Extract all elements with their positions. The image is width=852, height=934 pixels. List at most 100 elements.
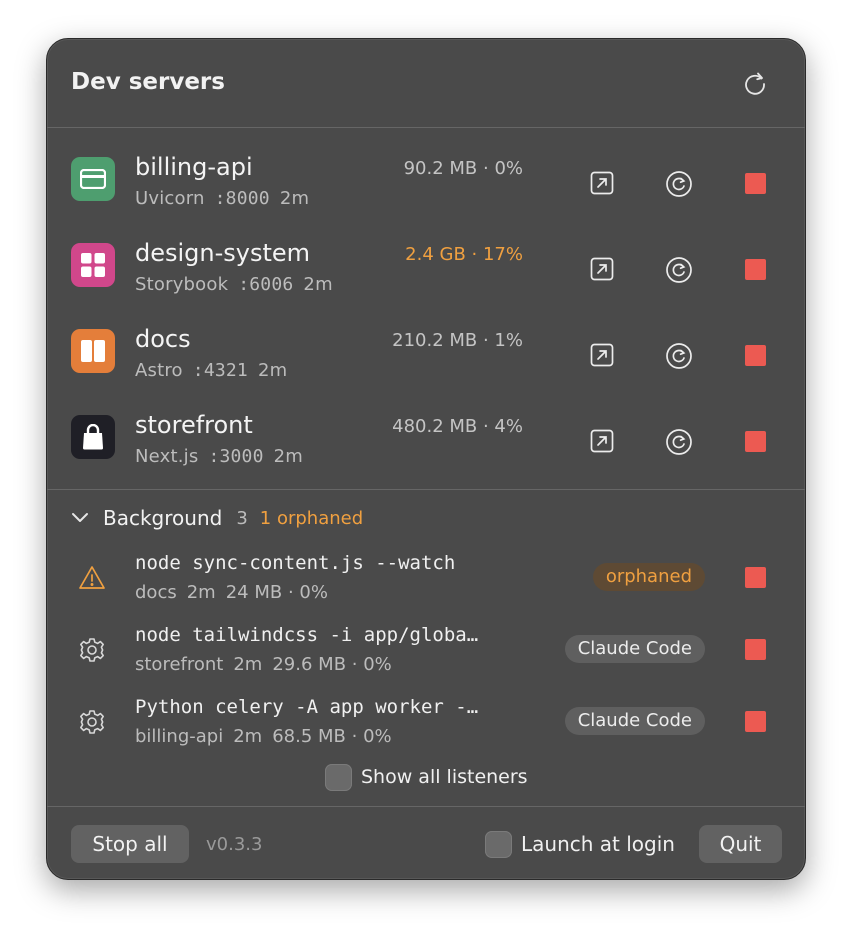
stop-button[interactable] [745,711,766,732]
chevron-down-icon [72,513,88,522]
shopping-bag-icon [71,415,115,459]
server-row: design-system Storybook :6006 2m 2.4 GB · … [47,217,805,303]
restart-button[interactable] [665,428,693,456]
open-in-browser-button[interactable] [590,429,614,453]
process-usage: 29.6 MB · 0% [272,654,392,675]
process-usage: 24 MB · 0% [225,582,328,603]
open-in-browser-button[interactable] [590,343,614,367]
server-uptime: 2m [279,188,310,209]
gear-icon [80,710,104,734]
server-meta: Storybook :6006 2m [135,274,343,295]
server-name: storefront [135,411,253,439]
agent-badge: Claude Code [564,635,705,663]
process-usage: 68.5 MB · 0% [272,726,392,747]
server-framework: Storybook [135,274,229,295]
credit-card-icon [71,157,115,201]
server-meta: Uvicorn :8000 2m [135,188,319,209]
panel-header: Dev servers [47,39,805,128]
process-command: node tailwindcss -i app/globa… [135,624,479,646]
restart-icon [666,257,692,283]
section-divider [47,489,805,490]
refresh-button[interactable] [741,69,769,97]
agent-badge: Claude Code [564,707,705,735]
stop-button[interactable] [745,567,766,588]
server-port: :3000 [208,446,264,467]
background-count: 3 [236,507,248,529]
stop-button[interactable] [745,173,766,194]
background-section-toggle[interactable]: Background 3 1 orphaned [71,505,363,531]
process-project: docs [135,582,177,603]
gear-icon [80,638,104,662]
server-uptime: 2m [257,360,288,381]
external-link-icon [590,171,614,195]
process-meta: docs 2m 24 MB · 0% [135,582,338,603]
server-usage: 90.2 MB · 0% [403,158,523,179]
server-framework: Uvicorn [135,188,205,209]
process-command: node sync-content.js --watch [135,552,456,574]
restart-icon [666,429,692,455]
external-link-icon [590,257,614,281]
open-in-browser-button[interactable] [590,257,614,281]
process-uptime: 2m [186,582,216,603]
server-uptime: 2m [273,446,304,467]
process-command: Python celery -A app worker -… [135,696,479,718]
show-all-listeners-label: Show all listeners [361,766,528,788]
version-label: v0.3.3 [206,834,263,855]
open-in-browser-button[interactable] [590,171,614,195]
background-process-row: Python celery -A app worker -… billing-a… [47,694,805,760]
stop-button[interactable] [745,259,766,280]
server-port: :6006 [238,274,294,295]
server-row: billing-api Uvicorn :8000 2m 90.2 MB · 0% [47,131,805,217]
server-row: storefront Next.js :3000 2m 480.2 MB · 4% [47,389,805,475]
server-uptime: 2m [303,274,333,295]
launch-at-login-checkbox[interactable] [485,830,512,858]
show-all-listeners-checkbox[interactable] [325,763,352,791]
server-name: docs [135,325,191,353]
dev-servers-panel: Dev servers billing-api Uvicorn :8000 2m 9… [46,38,806,880]
orphaned-badge: orphaned [592,563,705,591]
process-meta: storefront 2m 29.6 MB · 0% [135,654,402,675]
server-port: :8000 [214,188,270,209]
process-uptime: 2m [233,654,263,675]
server-usage: 2.4 GB · 17% [405,244,523,265]
launch-at-login-toggle[interactable]: Launch at login [485,830,675,858]
stop-button[interactable] [745,639,766,660]
server-framework: Astro [135,360,183,381]
process-project: storefront [135,654,224,675]
grid-icon [71,243,115,287]
server-meta: Next.js :3000 2m [135,446,313,467]
server-meta: Astro :4321 2m [135,360,297,381]
server-usage: 480.2 MB · 4% [392,416,523,437]
server-framework: Next.js [135,446,199,467]
background-title: Background [103,506,223,530]
footer-divider [47,806,805,807]
page-title: Dev servers [71,69,225,95]
book-icon [71,329,115,373]
stop-button[interactable] [745,431,766,452]
warning-icon [79,566,105,589]
restart-icon [666,343,692,369]
restart-button[interactable] [665,342,693,370]
process-project: billing-api [135,726,224,747]
server-usage: 210.2 MB · 1% [392,330,523,351]
stop-button[interactable] [745,345,766,366]
background-process-row: node sync-content.js --watch docs 2m 24 MB… [47,550,805,616]
process-meta: billing-api 2m 68.5 MB · 0% [135,726,402,747]
background-process-row: node tailwindcss -i app/globa… storefron… [47,622,805,688]
server-row: docs Astro :4321 2m 210.2 MB · 1% [47,303,805,389]
quit-button[interactable]: Quit [699,825,782,863]
show-all-listeners-toggle[interactable]: Show all listeners [325,763,528,791]
refresh-icon [745,72,765,95]
orphaned-count: 1 orphaned [259,507,364,529]
stop-all-button[interactable]: Stop all [71,825,189,863]
server-port: :4321 [192,360,248,381]
restart-button[interactable] [665,170,693,198]
restart-icon [666,171,692,197]
external-link-icon [590,429,614,453]
restart-button[interactable] [665,256,693,284]
server-name: billing-api [135,153,253,181]
launch-at-login-label: Launch at login [521,832,675,856]
external-link-icon [590,343,614,367]
process-uptime: 2m [233,726,263,747]
server-name: design-system [135,239,311,267]
